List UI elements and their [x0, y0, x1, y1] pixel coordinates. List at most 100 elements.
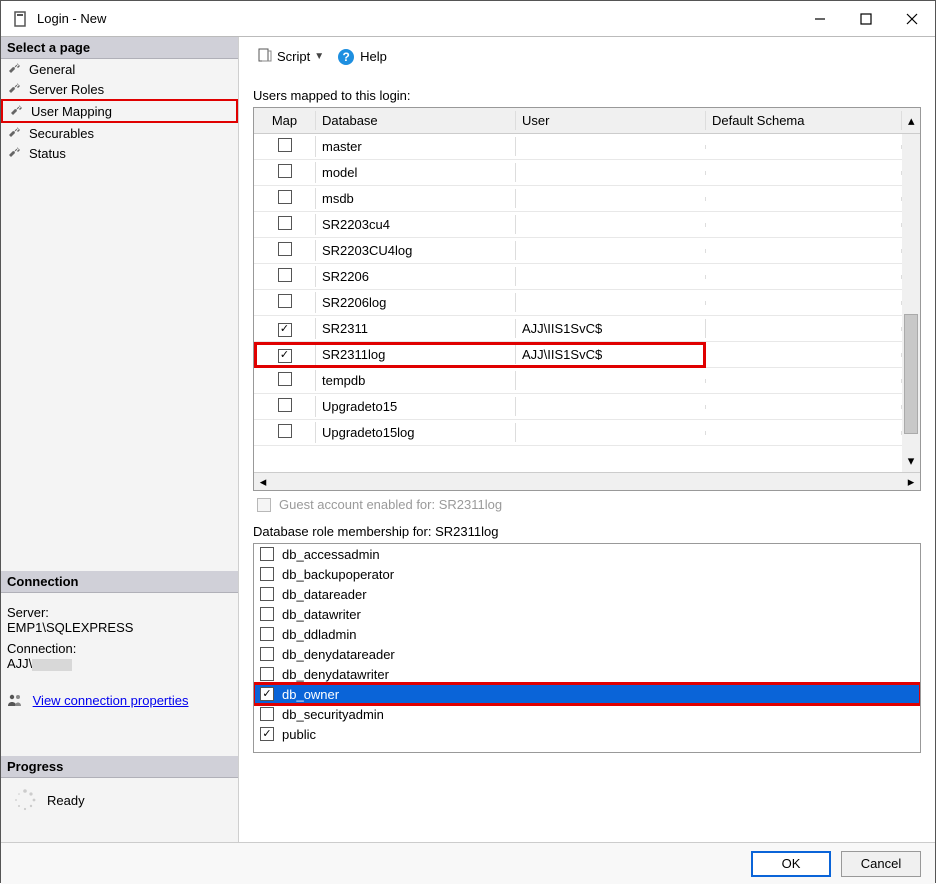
maximize-button[interactable] [843, 2, 889, 36]
map-checkbox[interactable] [278, 216, 292, 230]
role-checkbox[interactable] [260, 667, 274, 681]
cell-user[interactable] [516, 145, 706, 149]
role-checkbox[interactable] [260, 607, 274, 621]
role-checkbox[interactable] [260, 647, 274, 661]
table-row[interactable]: model [254, 160, 920, 186]
role-checkbox[interactable] [260, 707, 274, 721]
role-checkbox[interactable] [260, 687, 274, 701]
minimize-button[interactable] [797, 2, 843, 36]
script-button[interactable]: Script ▼ [253, 45, 328, 68]
role-item[interactable]: db_datareader [254, 584, 920, 604]
cell-database[interactable]: msdb [316, 189, 516, 208]
col-header-database[interactable]: Database [316, 111, 516, 130]
scroll-left-icon[interactable]: ◂ [256, 475, 270, 489]
scrollbar-thumb[interactable] [904, 314, 918, 434]
col-header-default-schema[interactable]: Default Schema [706, 111, 902, 130]
cell-user[interactable] [516, 275, 706, 279]
map-checkbox[interactable] [278, 424, 292, 438]
role-item[interactable]: db_denydatawriter [254, 664, 920, 684]
cell-database[interactable]: model [316, 163, 516, 182]
horizontal-scrollbar[interactable]: ◂ ▸ [254, 472, 920, 490]
cell-database[interactable]: SR2206log [316, 293, 516, 312]
sidebar-item-securables[interactable]: Securables [1, 123, 238, 143]
table-row[interactable]: SR2206log [254, 290, 920, 316]
sidebar-item-user-mapping[interactable]: User Mapping [1, 99, 238, 123]
cell-user[interactable] [516, 249, 706, 253]
help-button[interactable]: ? Help [338, 49, 387, 65]
cell-schema[interactable] [706, 405, 902, 409]
table-row[interactable]: tempdb [254, 368, 920, 394]
role-item[interactable]: db_owner [254, 684, 920, 704]
chevron-down-icon[interactable]: ▼ [314, 51, 324, 62]
view-connection-properties-link[interactable]: View connection properties [33, 693, 189, 708]
cell-schema[interactable] [706, 379, 902, 383]
cell-user[interactable]: AJJ\IIS1SvC$ [516, 345, 706, 364]
col-header-map[interactable]: Map [254, 111, 316, 130]
sidebar-item-status[interactable]: Status [1, 143, 238, 163]
map-checkbox[interactable] [278, 242, 292, 256]
vertical-scrollbar[interactable]: ▾ [902, 134, 920, 472]
cell-schema[interactable] [706, 353, 902, 357]
cell-schema[interactable] [706, 327, 902, 331]
map-checkbox[interactable] [278, 268, 292, 282]
role-item[interactable]: db_accessadmin [254, 544, 920, 564]
scroll-down-icon[interactable]: ▾ [904, 454, 918, 468]
sidebar-item-server-roles[interactable]: Server Roles [1, 79, 238, 99]
cell-schema[interactable] [706, 431, 902, 435]
cell-user[interactable] [516, 171, 706, 175]
cell-user[interactable] [516, 301, 706, 305]
map-checkbox[interactable] [278, 323, 292, 337]
cell-database[interactable]: Upgradeto15log [316, 423, 516, 442]
role-checkbox[interactable] [260, 547, 274, 561]
role-checkbox[interactable] [260, 727, 274, 741]
cell-database[interactable]: Upgradeto15 [316, 397, 516, 416]
cell-schema[interactable] [706, 171, 902, 175]
cell-schema[interactable] [706, 275, 902, 279]
cell-database[interactable]: SR2311log [316, 345, 516, 364]
cell-schema[interactable] [706, 223, 902, 227]
close-button[interactable] [889, 2, 935, 36]
role-item[interactable]: db_securityadmin [254, 704, 920, 724]
cell-database[interactable]: SR2203cu4 [316, 215, 516, 234]
table-row[interactable]: Upgradeto15log [254, 420, 920, 446]
map-checkbox[interactable] [278, 138, 292, 152]
cell-schema[interactable] [706, 301, 902, 305]
table-row[interactable]: SR2311logAJJ\IIS1SvC$ [254, 342, 920, 368]
role-checkbox[interactable] [260, 587, 274, 601]
cell-user[interactable]: AJJ\IIS1SvC$ [516, 319, 706, 338]
table-row[interactable]: Upgradeto15 [254, 394, 920, 420]
cell-user[interactable] [516, 197, 706, 201]
cell-user[interactable] [516, 405, 706, 409]
cell-user[interactable] [516, 223, 706, 227]
col-header-user[interactable]: User [516, 111, 706, 130]
cancel-button[interactable]: Cancel [841, 851, 921, 877]
map-checkbox[interactable] [278, 398, 292, 412]
scroll-right-icon[interactable]: ▸ [904, 475, 918, 489]
table-row[interactable]: SR2203CU4log [254, 238, 920, 264]
sidebar-item-general[interactable]: General [1, 59, 238, 79]
table-row[interactable]: master [254, 134, 920, 160]
role-item[interactable]: public [254, 724, 920, 744]
cell-database[interactable]: tempdb [316, 371, 516, 390]
role-item[interactable]: db_denydatareader [254, 644, 920, 664]
role-item[interactable]: db_ddladmin [254, 624, 920, 644]
cell-database[interactable]: SR2206 [316, 267, 516, 286]
cell-schema[interactable] [706, 145, 902, 149]
map-checkbox[interactable] [278, 294, 292, 308]
role-item[interactable]: db_datawriter [254, 604, 920, 624]
cell-database[interactable]: SR2203CU4log [316, 241, 516, 260]
role-item[interactable]: db_backupoperator [254, 564, 920, 584]
table-row[interactable]: SR2206 [254, 264, 920, 290]
cell-schema[interactable] [706, 197, 902, 201]
table-row[interactable]: msdb [254, 186, 920, 212]
ok-button[interactable]: OK [751, 851, 831, 877]
map-checkbox[interactable] [278, 190, 292, 204]
table-row[interactable]: SR2203cu4 [254, 212, 920, 238]
cell-database[interactable]: SR2311 [316, 319, 516, 338]
map-checkbox[interactable] [278, 349, 292, 363]
cell-schema[interactable] [706, 249, 902, 253]
scroll-up-icon[interactable]: ▴ [902, 111, 920, 131]
cell-user[interactable] [516, 379, 706, 383]
role-checkbox[interactable] [260, 627, 274, 641]
cell-user[interactable] [516, 431, 706, 435]
